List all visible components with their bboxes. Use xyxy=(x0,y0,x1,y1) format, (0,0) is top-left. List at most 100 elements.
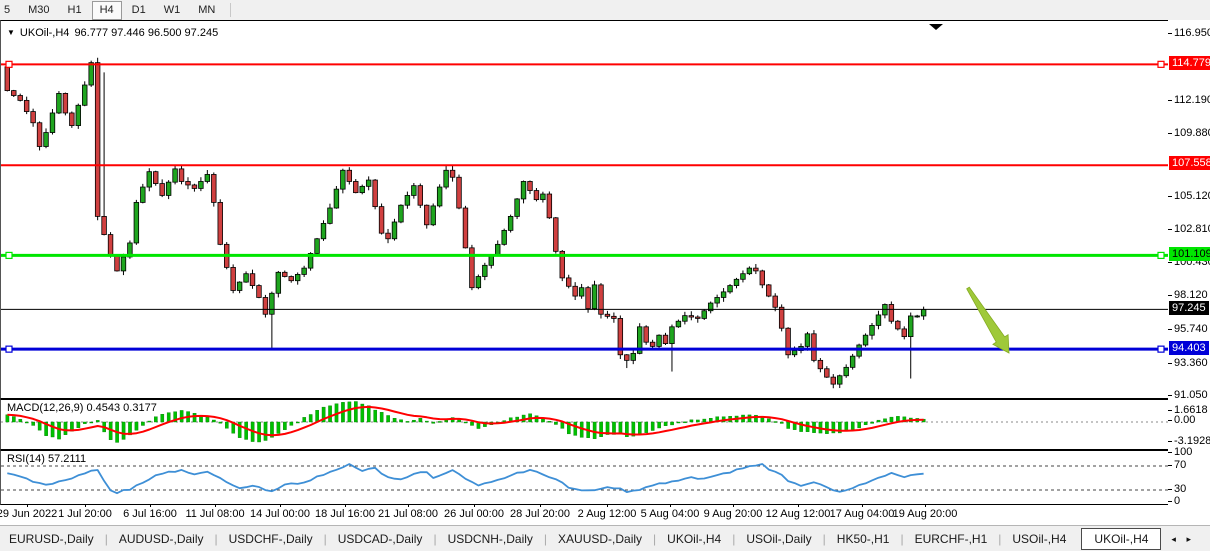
chart-tab-usoil-h4[interactable]: USOil-,H4 xyxy=(1003,529,1075,549)
date-tick-mark xyxy=(925,504,926,507)
chart-tab-usoil-daily[interactable]: USOil-,Daily xyxy=(737,529,820,549)
price-axis[interactable]: 116.950112.190109.880105.120102.810100.4… xyxy=(1168,20,1210,504)
chart-tab-eurchf-h1[interactable]: EURCHF-,H1 xyxy=(906,529,997,549)
candle-body xyxy=(844,367,849,375)
macd-bar xyxy=(470,422,473,425)
date-axis[interactable]: 29 Jun 20221 Jul 20:006 Jul 16:0011 Jul … xyxy=(0,504,1167,525)
macd-bar xyxy=(393,418,396,422)
date-tick-mark xyxy=(670,504,671,507)
chart-tab-usdcad-daily[interactable]: USDCAD-,Daily xyxy=(329,529,432,549)
macd-bar xyxy=(367,406,370,422)
candle-body xyxy=(263,297,268,314)
timeframe-button-5[interactable]: 5 xyxy=(0,1,18,20)
candle-body xyxy=(741,274,746,280)
candle-body xyxy=(373,180,378,207)
date-tick-mark xyxy=(345,504,346,507)
candle-body xyxy=(353,181,358,192)
chart-tab-usdcnh-daily[interactable]: USDCNH-,Daily xyxy=(439,529,542,549)
chart-tab-audusd-daily[interactable]: AUDUSD-,Daily xyxy=(110,529,213,549)
candle-body xyxy=(534,191,539,200)
date-tick-mark xyxy=(150,504,151,507)
candle-body xyxy=(908,316,913,337)
timeframe-button-w1[interactable]: W1 xyxy=(156,1,189,20)
chart-tab-usdchf-daily[interactable]: USDCHF-,Daily xyxy=(220,529,322,549)
macd-bar xyxy=(548,421,551,422)
candle-body xyxy=(605,314,610,316)
chart-tab-active-ukoil-h4[interactable]: UKOil-,H4 xyxy=(1081,528,1161,550)
timeframe-button-m30[interactable]: M30 xyxy=(20,1,57,20)
axis-tick-label: 93.360 xyxy=(1168,357,1208,369)
candle-body xyxy=(392,222,397,239)
timeframe-button-mn[interactable]: MN xyxy=(190,1,223,20)
rsi-line xyxy=(7,464,923,493)
chart-tab-eurusd-daily[interactable]: EURUSD-,Daily xyxy=(0,529,103,549)
tab-separator: | xyxy=(653,532,656,546)
candle-body xyxy=(663,335,668,343)
chart-title: ▼ UKOil-,H4 96.777 97.446 96.500 97.245 xyxy=(7,27,218,39)
candle-body xyxy=(825,369,830,377)
macd-bar xyxy=(406,421,409,422)
macd-bar xyxy=(638,422,641,435)
macd-bar xyxy=(425,421,428,422)
macd-bar xyxy=(83,422,86,424)
chart-dropdown-icon[interactable]: ▼ xyxy=(7,29,15,37)
macd-bar xyxy=(787,422,790,429)
macd-bar xyxy=(658,422,661,428)
candle-body xyxy=(915,316,920,317)
macd-bar xyxy=(6,415,9,422)
date-tick-mark xyxy=(607,504,608,507)
chart-tab-bar: EURUSD-,Daily|AUDUSD-,Daily|USDCHF-,Dail… xyxy=(0,525,1210,551)
axis-tick-label: 30 xyxy=(1168,483,1186,495)
date-tick-label: 21 Jul 08:00 xyxy=(378,508,438,520)
candle-body xyxy=(205,174,210,181)
macd-bar xyxy=(32,422,35,425)
axis-tick-mark xyxy=(1168,420,1172,421)
candle-body xyxy=(63,93,68,113)
toolbar-separator xyxy=(230,3,231,17)
macd-bar xyxy=(96,420,99,422)
candle-body xyxy=(715,297,720,303)
macd-bar xyxy=(122,422,125,439)
rsi-pane[interactable]: RSI(14) 57.2111 xyxy=(0,450,1168,505)
chart-tab-hk50-h1[interactable]: HK50-,H1 xyxy=(828,529,899,549)
tab-separator: | xyxy=(324,532,327,546)
tab-scroll-arrows[interactable]: ◂ ▸ xyxy=(1171,534,1195,545)
price-chart-pane[interactable]: ▼ UKOil-,H4 96.777 97.446 96.500 97.245 xyxy=(0,20,1168,399)
timeframe-button-d1[interactable]: D1 xyxy=(124,1,154,20)
date-tick-mark xyxy=(798,504,799,507)
macd-bar xyxy=(290,422,293,425)
tab-separator: | xyxy=(732,532,735,546)
candle-body xyxy=(24,100,29,111)
candle-body xyxy=(231,267,236,290)
candle-body xyxy=(863,335,868,345)
candle-body xyxy=(702,311,707,319)
candle-body xyxy=(515,199,520,216)
axis-tick-label: 0 xyxy=(1168,495,1180,507)
date-tick-mark xyxy=(733,504,734,507)
candle-body xyxy=(747,268,752,274)
macd-bar xyxy=(696,420,699,422)
axis-tick-mark xyxy=(1168,33,1172,34)
macd-bar xyxy=(703,419,706,422)
axis-tick-mark xyxy=(1168,441,1172,442)
tab-separator: | xyxy=(105,532,108,546)
line-handle xyxy=(1158,346,1164,352)
chart-tab-ukoil-h4[interactable]: UKOil-,H4 xyxy=(658,529,730,549)
timeframe-button-h1[interactable]: H1 xyxy=(60,1,90,20)
macd-pane[interactable]: MACD(12,26,9) 0.4543 0.3177 xyxy=(0,399,1168,450)
chart-symbol-period: UKOil-,H4 xyxy=(20,27,70,39)
candle-body xyxy=(237,282,242,290)
annotation-arrow-icon xyxy=(967,287,1009,353)
chart-tab-xauusd-daily[interactable]: XAUUSD-,Daily xyxy=(549,529,651,549)
macd-bar xyxy=(677,422,680,423)
candle-body xyxy=(573,286,578,296)
candle-body xyxy=(31,112,36,123)
candle-body xyxy=(483,265,488,276)
candle-body xyxy=(134,202,139,243)
axis-tick-mark xyxy=(1168,465,1172,466)
candles xyxy=(5,58,926,388)
macd-bar xyxy=(645,422,648,433)
price-level-badge: 97.245 xyxy=(1169,301,1209,315)
tab-separator: | xyxy=(544,532,547,546)
timeframe-button-h4[interactable]: H4 xyxy=(92,1,122,20)
